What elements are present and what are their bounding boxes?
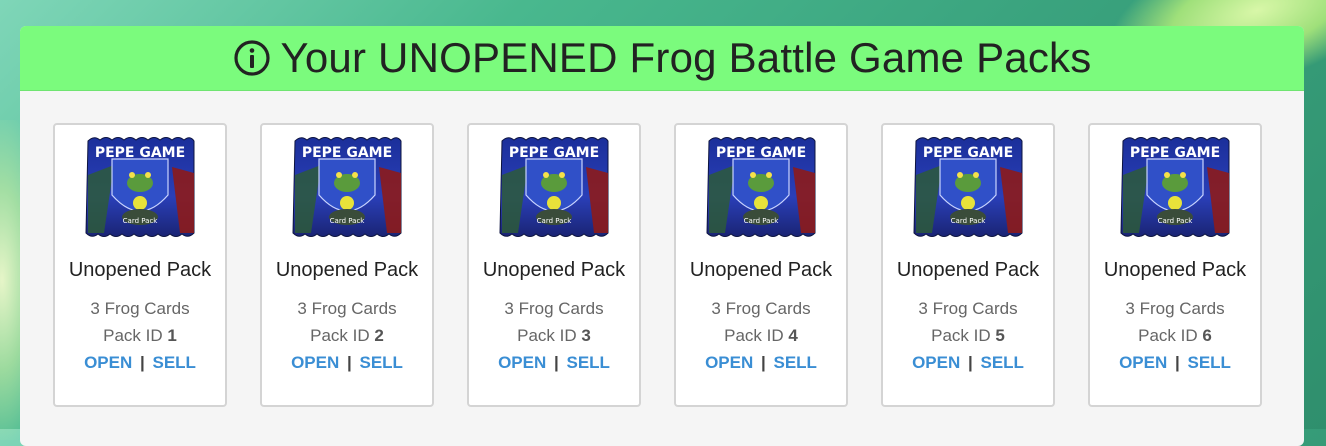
pack-list: PEPE GAME Card Pack Unopened Pack 3 Frog… bbox=[53, 123, 1262, 407]
panel-header: Your UNOPENED Frog Battle Game Packs bbox=[20, 26, 1304, 91]
pack-card-count: 3 Frog Cards bbox=[918, 299, 1018, 318]
svg-text:PEPE GAME: PEPE GAME bbox=[302, 145, 392, 161]
info-circle-icon bbox=[233, 40, 270, 76]
pack-card-count: 3 Frog Cards bbox=[1125, 299, 1225, 318]
pack-card-count: 3 Frog Cards bbox=[297, 299, 397, 318]
pack-image[interactable]: PEPE GAME Card Pack bbox=[84, 135, 196, 239]
open-pack-link[interactable]: OPEN bbox=[1119, 353, 1167, 372]
pack-card: PEPE GAME Card Pack Unopened Pack 3 Frog… bbox=[1088, 123, 1262, 407]
pack-name: Unopened Pack bbox=[482, 259, 626, 281]
svg-text:Card Pack: Card Pack bbox=[951, 217, 987, 225]
pack-card: PEPE GAME Card Pack Unopened Pack 3 Frog… bbox=[53, 123, 227, 407]
svg-text:PEPE GAME: PEPE GAME bbox=[1130, 145, 1220, 161]
svg-text:Card Pack: Card Pack bbox=[744, 217, 780, 225]
action-separator: | bbox=[139, 353, 145, 372]
open-pack-link[interactable]: OPEN bbox=[84, 353, 132, 372]
pack-id: Pack ID 1 bbox=[103, 326, 177, 345]
pack-id: Pack ID 4 bbox=[724, 326, 798, 345]
action-separator: | bbox=[1174, 353, 1180, 372]
open-pack-link[interactable]: OPEN bbox=[912, 353, 960, 372]
pack-card-count: 3 Frog Cards bbox=[90, 299, 190, 318]
pack-image[interactable]: PEPE GAME Card Pack bbox=[498, 135, 610, 239]
sell-pack-link[interactable]: SELL bbox=[773, 353, 816, 372]
svg-text:Card Pack: Card Pack bbox=[330, 217, 366, 225]
svg-text:PEPE GAME: PEPE GAME bbox=[509, 145, 599, 161]
svg-text:Card Pack: Card Pack bbox=[123, 217, 159, 225]
pack-actions: OPEN | SELL bbox=[1119, 353, 1231, 373]
action-separator: | bbox=[553, 353, 559, 372]
pack-id: Pack ID 2 bbox=[310, 326, 384, 345]
page-title: Your UNOPENED Frog Battle Game Packs bbox=[233, 34, 1092, 82]
pack-name: Unopened Pack bbox=[275, 259, 419, 281]
action-separator: | bbox=[967, 353, 973, 372]
pack-card-count: 3 Frog Cards bbox=[504, 299, 604, 318]
sell-pack-link[interactable]: SELL bbox=[1187, 353, 1230, 372]
page-title-text: Your UNOPENED Frog Battle Game Packs bbox=[280, 34, 1092, 81]
pack-id: Pack ID 6 bbox=[1138, 326, 1212, 345]
sell-pack-link[interactable]: SELL bbox=[359, 353, 402, 372]
pack-actions: OPEN | SELL bbox=[498, 353, 610, 373]
pack-id: Pack ID 3 bbox=[517, 326, 591, 345]
pack-image[interactable]: PEPE GAME Card Pack bbox=[1119, 135, 1231, 239]
open-pack-link[interactable]: OPEN bbox=[498, 353, 546, 372]
pack-card: PEPE GAME Card Pack Unopened Pack 3 Frog… bbox=[260, 123, 434, 407]
pack-name: Unopened Pack bbox=[896, 259, 1040, 281]
pack-card-count: 3 Frog Cards bbox=[711, 299, 811, 318]
pack-actions: OPEN | SELL bbox=[291, 353, 403, 373]
sell-pack-link[interactable]: SELL bbox=[566, 353, 609, 372]
pack-id: Pack ID 5 bbox=[931, 326, 1005, 345]
action-separator: | bbox=[760, 353, 766, 372]
svg-text:PEPE GAME: PEPE GAME bbox=[716, 145, 806, 161]
open-pack-link[interactable]: OPEN bbox=[705, 353, 753, 372]
svg-text:PEPE GAME: PEPE GAME bbox=[95, 145, 185, 161]
action-separator: | bbox=[346, 353, 352, 372]
sell-pack-link[interactable]: SELL bbox=[152, 353, 195, 372]
sell-pack-link[interactable]: SELL bbox=[980, 353, 1023, 372]
pack-image[interactable]: PEPE GAME Card Pack bbox=[912, 135, 1024, 239]
pack-image[interactable]: PEPE GAME Card Pack bbox=[705, 135, 817, 239]
pack-name: Unopened Pack bbox=[689, 259, 833, 281]
pack-name: Unopened Pack bbox=[68, 259, 212, 281]
svg-text:PEPE GAME: PEPE GAME bbox=[923, 145, 1013, 161]
pack-card: PEPE GAME Card Pack Unopened Pack 3 Frog… bbox=[674, 123, 848, 407]
pack-actions: OPEN | SELL bbox=[705, 353, 817, 373]
pack-card: PEPE GAME Card Pack Unopened Pack 3 Frog… bbox=[881, 123, 1055, 407]
pack-actions: OPEN | SELL bbox=[84, 353, 196, 373]
svg-text:Card Pack: Card Pack bbox=[537, 217, 573, 225]
packs-panel: Your UNOPENED Frog Battle Game Packs PEP… bbox=[20, 26, 1304, 446]
svg-text:Card Pack: Card Pack bbox=[1158, 217, 1194, 225]
open-pack-link[interactable]: OPEN bbox=[291, 353, 339, 372]
pack-name: Unopened Pack bbox=[1103, 259, 1247, 281]
pack-card: PEPE GAME Card Pack Unopened Pack 3 Frog… bbox=[467, 123, 641, 407]
pack-image[interactable]: PEPE GAME Card Pack bbox=[291, 135, 403, 239]
pack-actions: OPEN | SELL bbox=[912, 353, 1024, 373]
